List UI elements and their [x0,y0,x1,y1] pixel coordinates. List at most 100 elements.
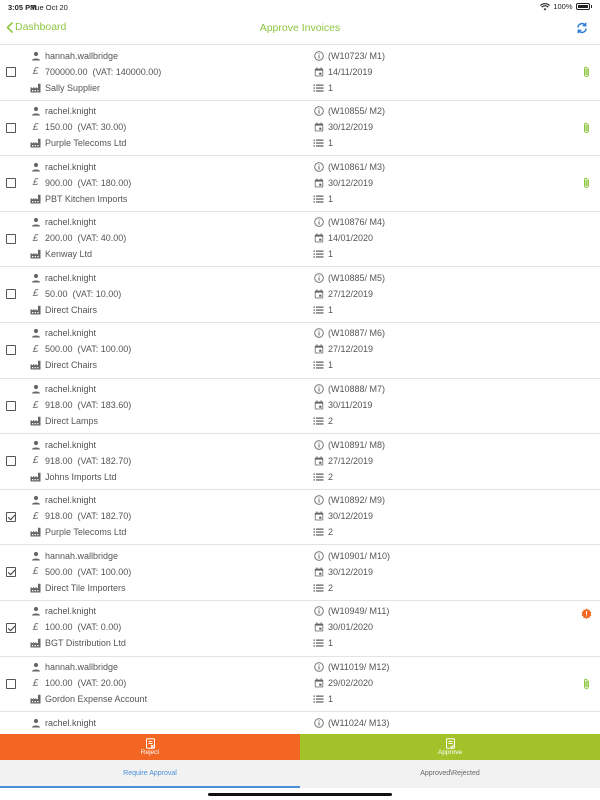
attachment-icon[interactable] [583,121,590,139]
pound-icon: £ [32,121,39,133]
submitter-line: rachel.knight [30,328,96,339]
submitter-name: rachel.knight [45,161,97,172]
pound-icon: £ [32,232,39,244]
amount-line: £ 500.00 (VAT: 100.00) [30,566,132,577]
invoice-row[interactable]: rachel.knight £ 918.00 (VAT: 183.60) Dir… [0,377,600,434]
lines-count-line: 2 [313,582,333,593]
line-count: 2 [328,582,334,593]
attachment-icon[interactable] [583,677,590,695]
reference-line: (W10887/ M6) [313,328,385,339]
invoice-date: 30/11/2019 [328,400,373,411]
submitter-line: hannah.wallbridge [30,550,118,561]
select-checkbox[interactable] [6,678,16,689]
reject-doc-icon [145,738,155,749]
factory-icon [30,416,41,427]
list-icon [313,694,324,705]
alert-icon[interactable] [581,606,592,624]
person-icon [30,495,41,506]
person-icon [30,50,41,61]
amount-line: £ 150.00 (VAT: 30.00) [30,121,127,133]
info-icon [313,328,324,339]
tab-approved-rejected[interactable]: Approved\Rejected [300,760,600,788]
supplier-line: Kenway Ltd [30,249,92,260]
select-checkbox[interactable] [6,289,16,300]
attachment-icon[interactable] [583,176,590,194]
supplier-line: Direct Chairs [30,360,97,371]
invoice-reference: (W10901/ M10) [328,550,391,561]
person-icon [30,106,41,117]
line-count: 2 [328,527,334,538]
approve-button[interactable]: Approve [300,734,600,760]
refresh-button[interactable] [576,21,588,40]
calendar-icon [313,233,324,244]
pound-icon: £ [32,510,39,522]
list-icon [313,416,324,427]
person-icon [30,328,41,339]
submitter-name: rachel.knight [45,272,97,283]
select-checkbox[interactable] [6,344,16,355]
lines-count-line: 1 [313,638,333,649]
invoice-row[interactable]: rachel.knight £ 500.00 (VAT: 100.00) Dir… [0,321,600,378]
submitter-name: rachel.knight [45,384,97,395]
reject-button[interactable]: Reject [0,734,300,760]
submitter-name: hannah.wallbridge [45,662,119,673]
invoice-row[interactable]: rachel.knight £ 900.00 (VAT: 180.00) PBT… [0,155,600,211]
calendar-icon [313,344,324,355]
list-icon [313,582,324,593]
calendar-icon [313,678,324,689]
invoice-date: 27/12/2019 [328,455,374,466]
amount-line: £ 500.00 (VAT: 100.00) [30,344,132,355]
invoice-row[interactable]: hannah.wallbridge £ 700000.00 (VAT: 1400… [0,44,600,100]
reference-line: (W10861/ M3) [313,161,385,172]
submitter-name: hannah.wallbridge [45,50,119,61]
line-count: 1 [328,138,334,149]
reference-line: (W10723/ M1) [313,50,385,61]
supplier-name: Direct Chairs [45,360,98,371]
date-line: 30/12/2019 [313,122,373,133]
invoice-row[interactable]: rachel.knight £ 918.00 (VAT: 182.70) Pur… [0,488,600,545]
invoice-row[interactable]: rachel.knight £ 918.00 (VAT: 182.70) Joh… [0,433,600,489]
line-count: 2 [328,471,334,482]
person-icon [30,272,41,283]
invoice-amount: 100.00 (VAT: 20.00) [45,678,127,689]
invoice-amount: 918.00 (VAT: 182.70) [45,455,132,466]
reject-label: Reject [140,749,160,756]
select-checkbox[interactable] [6,122,16,133]
select-checkbox[interactable] [6,622,16,633]
invoice-row[interactable]: hannah.wallbridge £ 500.00 (VAT: 100.00)… [0,544,600,600]
select-checkbox[interactable] [6,233,16,244]
refresh-icon [577,22,587,34]
invoice-date: 27/12/2019 [328,344,374,355]
pound-icon: £ [32,621,39,633]
select-checkbox[interactable] [6,567,16,578]
supplier-name: Sally Supplier [45,82,101,93]
line-count: 1 [328,193,334,204]
attachment-icon[interactable] [583,65,590,83]
list-icon [313,249,324,260]
factory-icon [30,82,41,93]
line-count: 1 [328,638,334,649]
date-line: 14/01/2020 [313,233,373,244]
select-checkbox[interactable] [6,456,16,467]
invoice-amount: 500.00 (VAT: 100.00) [45,344,132,355]
invoice-list[interactable]: hannah.wallbridge £ 700000.00 (VAT: 1400… [0,44,600,734]
submitter-name: rachel.knight [45,328,97,339]
select-checkbox[interactable] [6,178,16,189]
status-date: Tue Oct 20 [31,3,68,12]
lines-count-line: 1 [313,694,333,705]
select-checkbox[interactable] [6,67,16,77]
supplier-name: Johns Imports Ltd [45,471,117,482]
select-checkbox[interactable] [6,400,16,411]
pound-icon: £ [32,399,39,411]
select-checkbox[interactable] [6,511,16,522]
invoice-row[interactable]: rachel.knight £ 200.00 (VAT: 40.00) Kenw… [0,210,600,267]
info-icon [313,550,324,561]
invoice-row[interactable]: hannah.wallbridge £ 100.00 (VAT: 20.00) … [0,655,600,712]
tab-require-approval[interactable]: Require Approval [0,760,300,788]
invoice-row[interactable]: rachel.knight £ 150.00 (VAT: 30.00) Purp… [0,99,600,156]
invoice-row[interactable]: rachel.knight (W11024/ M13) [0,711,600,734]
invoice-row[interactable]: rachel.knight £ 100.00 (VAT: 0.00) BGT D… [0,599,600,656]
invoice-reference: (W10885/ M5) [328,272,386,283]
invoice-row[interactable]: rachel.knight £ 50.00 (VAT: 10.00) Direc… [0,266,600,322]
info-icon [313,439,324,450]
